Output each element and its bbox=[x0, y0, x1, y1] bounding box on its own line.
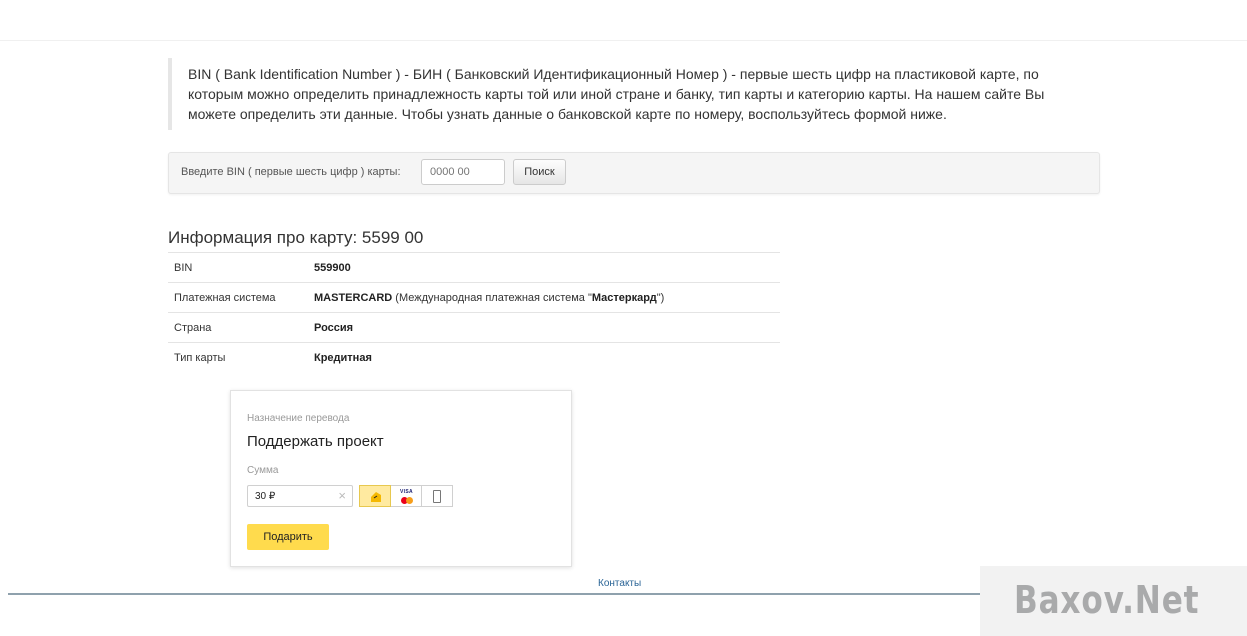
visa-logo-text: VISA bbox=[400, 489, 413, 495]
row-key: Страна bbox=[168, 312, 308, 343]
payment-method-selector: VISA bbox=[359, 485, 453, 507]
table-row: Страна Россия bbox=[168, 312, 780, 343]
table-row: Платежная система MASTERCARD (Международ… bbox=[168, 282, 780, 313]
card-info-table: BIN 559900 Платежная система MASTERCARD … bbox=[168, 252, 780, 372]
footer-divider bbox=[8, 593, 1008, 595]
site-watermark: Baxov.Net bbox=[1014, 578, 1200, 622]
visa-mastercard-icon: VISA bbox=[399, 488, 415, 506]
row-value: Россия bbox=[308, 312, 780, 343]
amount-field[interactable]: 30 ₽ × bbox=[247, 485, 353, 507]
payment-method-mobile[interactable] bbox=[421, 485, 453, 507]
mobile-phone-icon bbox=[433, 490, 441, 503]
header-divider bbox=[0, 40, 1247, 41]
contacts-link[interactable]: Контакты bbox=[598, 578, 641, 589]
card-info-title: Информация про карту: 5599 00 bbox=[168, 228, 424, 247]
payment-method-card[interactable]: VISA bbox=[390, 485, 422, 507]
bin-search-label: Введите BIN ( первые шесть цифр ) карты: bbox=[181, 166, 401, 178]
bin-description-text: BIN ( Bank Identification Number ) - БИН… bbox=[188, 66, 1045, 122]
yandex-money-icon bbox=[371, 492, 381, 502]
search-button[interactable]: Поиск bbox=[513, 159, 566, 185]
row-value: MASTERCARD (Международная платежная сист… bbox=[308, 282, 780, 313]
clear-icon[interactable]: × bbox=[338, 489, 346, 503]
bin-input[interactable] bbox=[421, 159, 505, 185]
transfer-purpose-label: Назначение перевода bbox=[247, 413, 350, 424]
row-key: BIN bbox=[168, 252, 308, 283]
row-value: Кредитная bbox=[308, 342, 780, 372]
amount-value: 30 ₽ bbox=[255, 491, 276, 502]
bin-search-form: Введите BIN ( первые шесть цифр ) карты:… bbox=[168, 152, 1100, 194]
row-value: 559900 bbox=[308, 252, 780, 283]
transfer-purpose: Поддержать проект bbox=[247, 433, 384, 450]
table-row: BIN 559900 bbox=[168, 252, 780, 283]
amount-label: Сумма bbox=[247, 465, 279, 476]
bin-description: BIN ( Bank Identification Number ) - БИН… bbox=[168, 58, 1088, 130]
donate-button[interactable]: Подарить bbox=[247, 524, 329, 550]
row-key: Платежная система bbox=[168, 282, 308, 313]
row-key: Тип карты bbox=[168, 342, 308, 372]
payment-method-yandex-money[interactable] bbox=[359, 485, 391, 507]
table-row: Тип карты Кредитная bbox=[168, 342, 780, 372]
donation-widget: Назначение перевода Поддержать проект Су… bbox=[230, 390, 572, 567]
